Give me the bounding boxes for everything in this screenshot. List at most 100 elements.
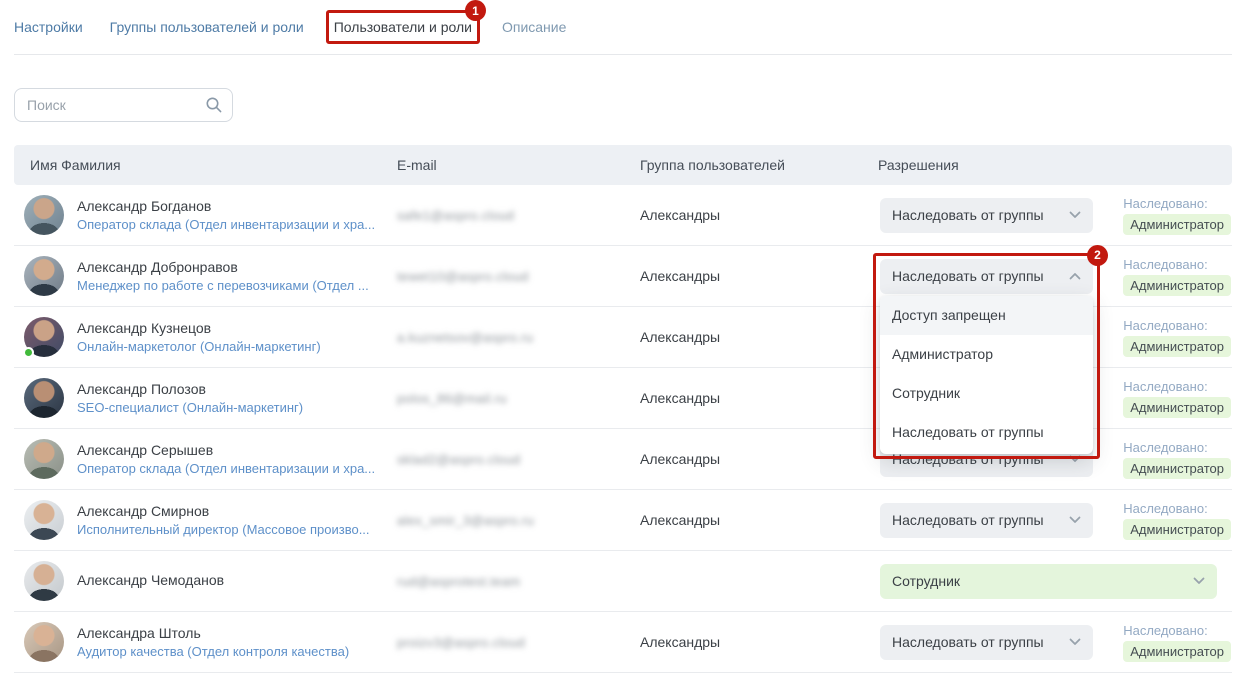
user-group: Александры — [640, 207, 878, 223]
annotation-box-1: Пользователи и роли 1 — [326, 10, 480, 44]
table-body: Александр Богданов Оператор склада (Отде… — [14, 185, 1232, 673]
permission-select-value: Наследовать от группы — [892, 268, 1044, 284]
user-email: a.kuznetsov@aspro.ru — [397, 330, 640, 345]
avatar — [24, 622, 64, 662]
user-group: Александры — [640, 268, 878, 284]
inherited-role-block: Наследовано: Администратор — [1123, 623, 1232, 662]
table-row: Александр Чемоданов rud@asprotest.team С… — [14, 551, 1232, 612]
permission-select[interactable]: Наследовать от группы — [880, 625, 1093, 660]
permission-select[interactable]: Сотрудник — [880, 564, 1217, 599]
user-name: Александр Богданов — [77, 198, 375, 214]
tab-users-roles[interactable]: Пользователи и роли — [334, 19, 472, 35]
table-header: Имя Фамилия E-mail Группа пользователей … — [14, 145, 1232, 185]
inherited-label: Наследовано: — [1123, 257, 1231, 272]
user-name: Александр Кузнецов — [77, 320, 321, 336]
table-row: Александр Добронравов Менеджер по работе… — [14, 246, 1232, 307]
inherited-label: Наследовано: — [1123, 196, 1231, 211]
chevron-down-icon — [1193, 577, 1205, 585]
user-email: polos_86@mail.ru — [397, 391, 640, 406]
dropdown-option[interactable]: Администратор — [880, 335, 1093, 374]
user-email: tewet10@aspro.cloud — [397, 269, 640, 284]
inherited-role-block: Наследовано: Администратор — [1123, 379, 1232, 418]
user-position-link[interactable]: Оператор склада (Отдел инвентаризации и … — [77, 461, 375, 476]
inherited-role-block: Наследовано: Администратор — [1123, 257, 1232, 296]
inherited-role-badge: Администратор — [1123, 214, 1231, 235]
table-row: Александра Штоль Аудитор качества (Отдел… — [14, 612, 1232, 673]
user-email: sklad2@aspro.cloud — [397, 452, 640, 467]
user-name: Александра Штоль — [77, 625, 349, 641]
inherited-label: Наследовано: — [1123, 318, 1231, 333]
table-row: Александр Богданов Оператор склада (Отде… — [14, 185, 1232, 246]
user-email: proizv3@aspro.cloud — [397, 635, 640, 650]
online-status-dot — [23, 347, 34, 358]
search-box — [14, 88, 233, 122]
avatar — [24, 195, 64, 235]
user-name: Александр Полозов — [77, 381, 303, 397]
permissions-cell: Наследовать от группы Наследовано: Админ… — [878, 623, 1232, 662]
user-position-link[interactable]: Оператор склада (Отдел инвентаризации и … — [77, 217, 375, 232]
inherited-label: Наследовано: — [1123, 623, 1231, 638]
user-name: Александр Смирнов — [77, 503, 370, 519]
tab-user-groups-roles[interactable]: Группы пользователей и роли — [110, 19, 304, 35]
user-cell: Александр Добронравов Менеджер по работе… — [14, 256, 397, 296]
user-cell: Александр Серышев Оператор склада (Отдел… — [14, 439, 397, 479]
search-icon[interactable] — [205, 96, 223, 114]
user-group: Александры — [640, 512, 878, 528]
tab-settings[interactable]: Настройки — [14, 19, 83, 35]
table-row: Александр Смирнов Исполнительный директо… — [14, 490, 1232, 551]
user-cell: Александр Полозов SEO-специалист (Онлайн… — [14, 378, 397, 418]
permissions-cell: Наследовать от группы Наследовано: Админ… — [878, 501, 1232, 540]
tabs-bar: Настройки Группы пользователей и роли По… — [14, 0, 1232, 55]
column-header-email: E-mail — [397, 157, 640, 173]
column-header-name: Имя Фамилия — [14, 157, 397, 173]
dropdown-option[interactable]: Сотрудник — [880, 374, 1093, 413]
inherited-role-badge: Администратор — [1123, 397, 1231, 418]
permissions-cell: Наследовать от группы Наследовано: Админ… — [878, 196, 1232, 235]
permission-select[interactable]: Наследовать от группы — [880, 503, 1093, 538]
user-position-link[interactable]: Менеджер по работе с перевозчиками (Отде… — [77, 278, 369, 293]
avatar — [24, 439, 64, 479]
tab-description[interactable]: Описание — [502, 19, 566, 35]
inherited-role-badge: Администратор — [1123, 458, 1231, 479]
permissions-cell: Наследовать от группы Доступ запрещенАдм… — [878, 257, 1232, 296]
avatar — [24, 561, 64, 601]
user-name: Александр Чемоданов — [77, 572, 224, 588]
user-position-link[interactable]: Аудитор качества (Отдел контроля качеств… — [77, 644, 349, 659]
user-name: Александр Добронравов — [77, 259, 369, 275]
column-header-permissions: Разрешения — [878, 157, 1232, 173]
user-position-link[interactable]: SEO-специалист (Онлайн-маркетинг) — [77, 400, 303, 415]
user-cell: Александр Богданов Оператор склада (Отде… — [14, 195, 397, 235]
inherited-role-badge: Администратор — [1123, 336, 1231, 357]
user-roles-page: Настройки Группы пользователей и роли По… — [0, 0, 1246, 673]
permission-select[interactable]: Наследовать от группы — [880, 198, 1093, 233]
avatar — [24, 256, 64, 296]
dropdown-option[interactable]: Доступ запрещен — [880, 296, 1093, 335]
chevron-down-icon — [1069, 638, 1081, 646]
annotation-step-1-badge: 1 — [465, 0, 486, 21]
permission-select-value: Сотрудник — [892, 573, 960, 589]
inherited-role-block: Наследовано: Администратор — [1123, 501, 1232, 540]
inherited-label: Наследовано: — [1123, 440, 1231, 455]
chevron-down-icon — [1069, 516, 1081, 524]
user-position-link[interactable]: Онлайн-маркетолог (Онлайн-маркетинг) — [77, 339, 321, 354]
avatar — [24, 378, 64, 418]
dropdown-option[interactable]: Наследовать от группы — [880, 413, 1093, 452]
column-header-group: Группа пользователей — [640, 157, 878, 173]
permission-select-value: Наследовать от группы — [892, 634, 1044, 650]
user-email: rud@asprotest.team — [397, 574, 640, 589]
permission-select[interactable]: Наследовать от группы — [880, 259, 1093, 294]
permissions-cell: Сотрудник — [878, 564, 1232, 599]
permission-select-value: Наследовать от группы — [892, 512, 1044, 528]
user-group: Александры — [640, 329, 878, 345]
user-cell: Александр Смирнов Исполнительный директо… — [14, 500, 397, 540]
avatar — [24, 317, 64, 357]
user-group: Александры — [640, 390, 878, 406]
inherited-role-block: Наследовано: Администратор — [1123, 440, 1232, 479]
inherited-label: Наследовано: — [1123, 379, 1231, 394]
user-group: Александры — [640, 634, 878, 650]
chevron-down-icon — [1069, 211, 1081, 219]
user-position-link[interactable]: Исполнительный директор (Массовое произв… — [77, 522, 370, 537]
inherited-role-block: Наследовано: Администратор — [1123, 318, 1232, 357]
search-input[interactable] — [14, 88, 233, 122]
chevron-down-icon — [1069, 272, 1081, 280]
